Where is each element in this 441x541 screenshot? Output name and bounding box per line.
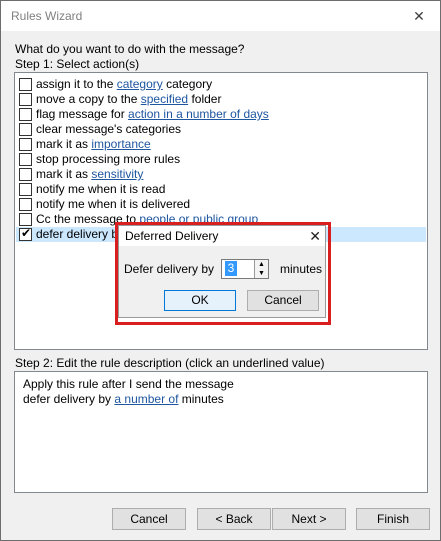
- action-row-clear-categories[interactable]: clear message's categories: [16, 122, 426, 137]
- dialog-title: Deferred Delivery: [125, 229, 219, 243]
- action-row-category[interactable]: assign it to the category category: [16, 77, 426, 92]
- minutes-spinner[interactable]: 3 ▲ ▼: [221, 259, 269, 279]
- minutes-value[interactable]: 3: [225, 261, 237, 276]
- description-line-1: Apply this rule after I send the message: [23, 377, 234, 391]
- sensitivity-link[interactable]: sensitivity: [91, 167, 143, 181]
- rule-description-box: Apply this rule after I send the message…: [14, 371, 428, 493]
- checkbox[interactable]: [19, 123, 32, 136]
- checkbox[interactable]: [19, 78, 32, 91]
- action-row-importance[interactable]: mark it as importance: [16, 137, 426, 152]
- question-label: What do you want to do with the message?: [15, 42, 245, 56]
- action-text: defer delivery by: [36, 227, 125, 241]
- action-text: mark it as: [36, 167, 92, 181]
- dialog-cancel-button[interactable]: Cancel: [247, 290, 319, 311]
- checkbox[interactable]: [19, 153, 32, 166]
- category-link[interactable]: category: [117, 77, 163, 91]
- action-text: clear message's categories: [36, 122, 182, 136]
- action-text: assign it to the: [36, 77, 117, 91]
- finish-button[interactable]: Finish: [356, 508, 430, 530]
- action-row-notify-read[interactable]: notify me when it is read: [16, 182, 426, 197]
- action-text: move a copy to the: [36, 92, 141, 106]
- checkbox-checked[interactable]: ✔: [19, 226, 32, 241]
- action-row-move-copy[interactable]: move a copy to the specified folder: [16, 92, 426, 107]
- description-line-2: defer delivery by a number of minutes: [23, 392, 224, 406]
- step1-label: Step 1: Select action(s): [15, 57, 140, 71]
- checkbox[interactable]: [19, 138, 32, 151]
- cancel-button[interactable]: Cancel: [112, 508, 186, 530]
- next-button[interactable]: Next >: [272, 508, 346, 530]
- step2-label: Step 2: Edit the rule description (click…: [15, 356, 325, 370]
- checkbox[interactable]: [19, 198, 32, 211]
- action-row-notify-delivered[interactable]: notify me when it is delivered: [16, 197, 426, 212]
- action-text: mark it as: [36, 137, 92, 151]
- action-text: notify me when it is read: [36, 182, 166, 196]
- back-button[interactable]: < Back: [197, 508, 271, 530]
- dialog-title-bar: Deferred Delivery ✕: [119, 226, 325, 246]
- action-row-flag[interactable]: flag message for action in a number of d…: [16, 107, 426, 122]
- action-row-stop-processing[interactable]: stop processing more rules: [16, 152, 426, 167]
- checkbox[interactable]: [19, 183, 32, 196]
- description-text: defer delivery by: [23, 392, 115, 406]
- action-days-link[interactable]: action in a number of days: [128, 107, 269, 121]
- minutes-unit: minutes: [280, 262, 323, 276]
- ok-button[interactable]: OK: [164, 290, 236, 311]
- action-text: stop processing more rules: [36, 152, 181, 166]
- close-icon[interactable]: ✕: [404, 4, 434, 28]
- close-icon[interactable]: ✕: [309, 226, 321, 246]
- checkbox[interactable]: [19, 108, 32, 121]
- window-title: Rules Wizard: [11, 9, 83, 23]
- action-text-suffix: category: [162, 77, 213, 91]
- action-text: notify me when it is delivered: [36, 197, 191, 211]
- action-text: flag message for: [36, 107, 129, 121]
- deferred-delivery-dialog: Deferred Delivery ✕ Defer delivery by 3 …: [118, 225, 326, 318]
- title-bar: Rules Wizard ✕: [1, 1, 440, 31]
- checkmark-icon: ✔: [21, 226, 32, 240]
- description-text-suffix: minutes: [178, 392, 224, 406]
- action-row-sensitivity[interactable]: mark it as sensitivity: [16, 167, 426, 182]
- importance-link[interactable]: importance: [91, 137, 150, 151]
- action-text-suffix: folder: [188, 92, 222, 106]
- spinner-arrows-icon[interactable]: ▲ ▼: [254, 260, 268, 278]
- number-of-link[interactable]: a number of: [114, 392, 178, 406]
- specified-link[interactable]: specified: [141, 92, 188, 106]
- checkbox[interactable]: [19, 93, 32, 106]
- checkbox[interactable]: [19, 168, 32, 181]
- defer-label: Defer delivery by: [124, 262, 215, 276]
